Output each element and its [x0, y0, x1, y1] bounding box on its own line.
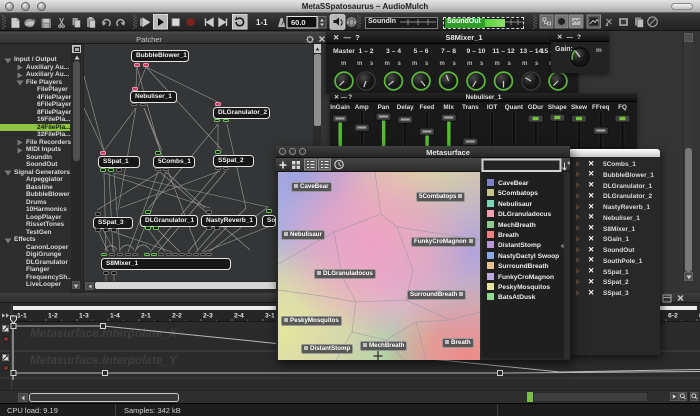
- svg-text:60.0: 60.0: [291, 18, 306, 27]
- svg-text:1-1: 1-1: [256, 18, 268, 27]
